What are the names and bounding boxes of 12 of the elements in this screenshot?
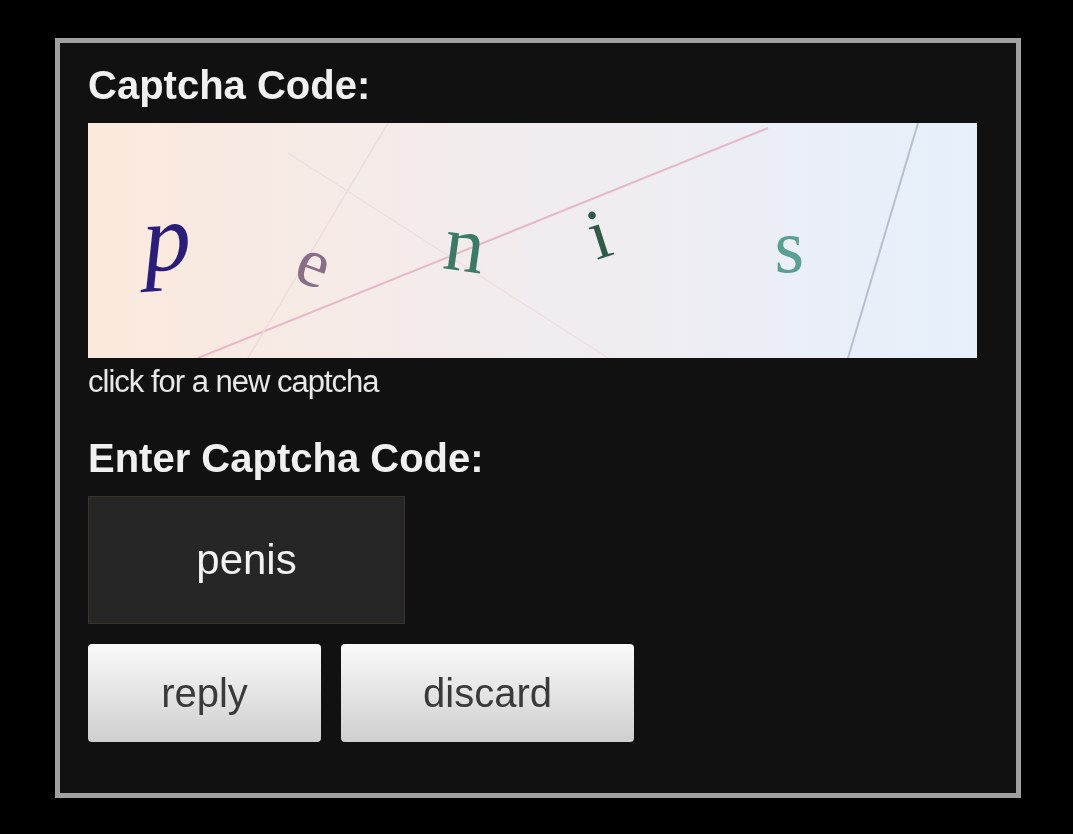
captcha-letter: s xyxy=(773,203,805,290)
reply-button[interactable]: reply xyxy=(88,644,321,742)
captcha-letter: i xyxy=(575,191,622,278)
captcha-letter: e xyxy=(285,220,344,307)
new-captcha-link[interactable]: click for a new captcha xyxy=(88,362,379,402)
discard-button[interactable]: discard xyxy=(341,644,634,742)
captcha-title: Captcha Code: xyxy=(88,62,371,109)
captcha-letter: n xyxy=(438,196,492,293)
captcha-letter: p xyxy=(137,181,195,295)
captcha-image[interactable]: p e n i s xyxy=(88,123,977,358)
input-label: Enter Captcha Code: xyxy=(88,435,484,482)
captcha-input-field[interactable]: penis xyxy=(88,496,405,624)
